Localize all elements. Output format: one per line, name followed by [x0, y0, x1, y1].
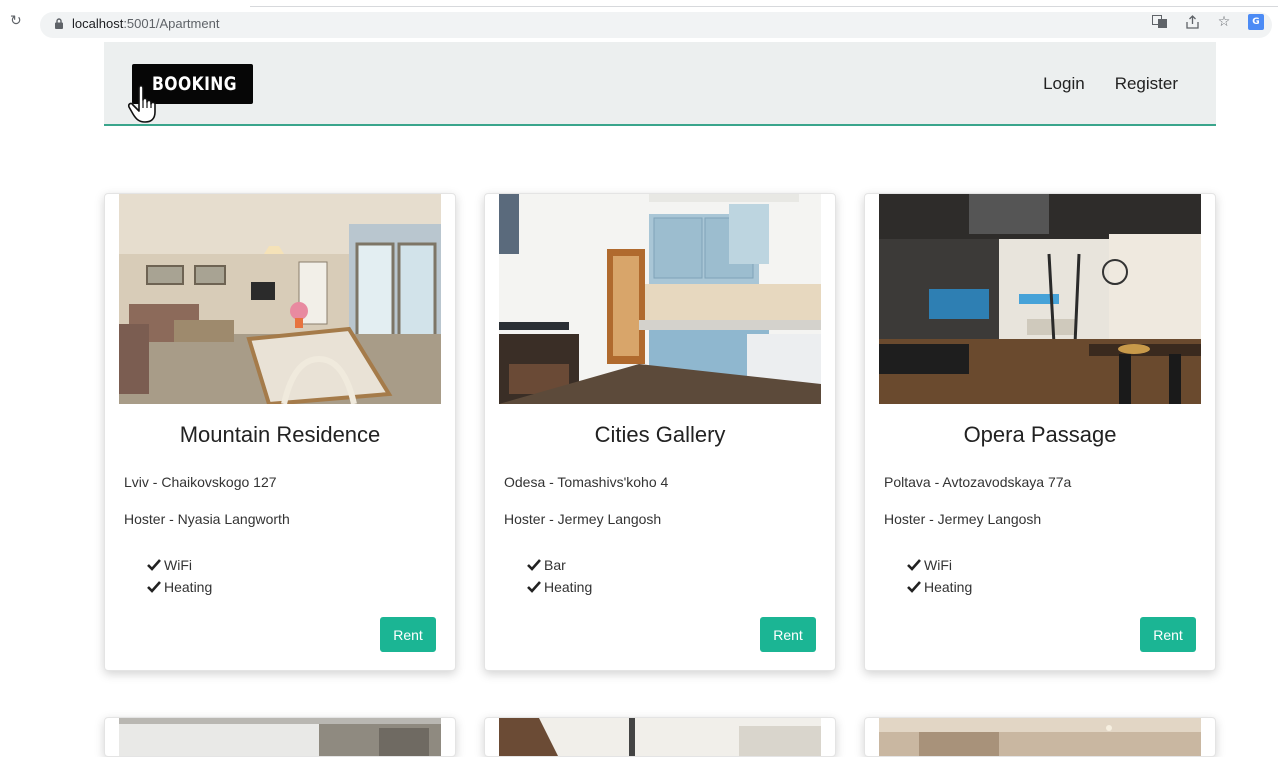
check-icon	[527, 559, 541, 571]
address-bar[interactable]	[40, 12, 1272, 38]
reload-icon[interactable]: ↻	[10, 14, 24, 28]
amenity-item: WiFi	[907, 554, 972, 576]
lock-icon[interactable]	[55, 18, 63, 29]
amenity-label: Heating	[924, 579, 973, 595]
extension-icon[interactable]: G	[1248, 14, 1264, 30]
site-navbar: BOOKING Login Register	[104, 42, 1216, 126]
apartment-name: Opera Passage	[963, 422, 1117, 447]
apartment-card-partial	[484, 717, 836, 757]
amenity-label: WiFi	[924, 557, 952, 573]
url-host: localhost	[72, 16, 124, 31]
apartment-photo	[119, 194, 441, 404]
check-icon	[147, 559, 161, 571]
apartment-photo	[879, 718, 1201, 756]
rent-button[interactable]: Rent	[380, 617, 436, 652]
url-path: :5001/Apartment	[123, 16, 220, 31]
amenity-item: Heating	[907, 576, 972, 598]
amenities-list: WiFi Heating	[147, 554, 212, 598]
check-icon	[527, 581, 541, 593]
amenity-item: WiFi	[147, 554, 212, 576]
check-icon	[147, 581, 161, 593]
check-icon	[907, 559, 921, 571]
amenities-list: WiFi Heating	[907, 554, 972, 598]
apartment-name: Mountain Residence	[179, 422, 381, 447]
translate-icon[interactable]	[1152, 14, 1168, 30]
apartment-card: Cities Gallery Odesa - Tomashivs'koho 4 …	[484, 193, 836, 671]
amenity-item: Bar	[527, 554, 592, 576]
apartment-card: Opera Passage Poltava - Avtozavodskaya 7…	[864, 193, 1216, 671]
apartment-photo	[879, 194, 1201, 404]
url-text[interactable]: localhost:5001/Apartment	[72, 16, 219, 31]
apartment-address: Lviv - Chaikovskogo 127	[124, 474, 277, 490]
rent-button[interactable]: Rent	[760, 617, 816, 652]
apartment-address: Poltava - Avtozavodskaya 77a	[884, 474, 1072, 490]
browser-toolbar: ↻ localhost:5001/Apartment ☆ G	[0, 0, 1278, 40]
share-icon[interactable]	[1184, 14, 1200, 30]
apartment-card-partial	[864, 717, 1216, 757]
amenity-label: Bar	[544, 557, 566, 573]
apartment-address: Odesa - Tomashivs'koho 4	[504, 474, 669, 490]
apartment-hoster: Hoster - Nyasia Langworth	[124, 511, 290, 527]
apartment-hoster: Hoster - Jermey Langosh	[884, 511, 1042, 527]
amenity-item: Heating	[147, 576, 212, 598]
amenity-label: Heating	[164, 579, 213, 595]
apartment-photo	[499, 718, 821, 756]
pointer-hand-icon	[128, 84, 156, 123]
apartment-card: Mountain Residence Lviv - Chaikovskogo 1…	[104, 193, 456, 671]
apartment-photo	[499, 194, 821, 404]
apartment-name: Cities Gallery	[594, 422, 726, 447]
amenities-list: Bar Heating	[527, 554, 592, 598]
apartment-card-partial	[104, 717, 456, 757]
amenity-label: Heating	[544, 579, 593, 595]
apartment-hoster: Hoster - Jermey Langosh	[504, 511, 662, 527]
star-icon[interactable]: ☆	[1216, 14, 1232, 30]
login-link[interactable]: Login	[1043, 74, 1085, 94]
rent-button[interactable]: Rent	[1140, 617, 1196, 652]
amenity-label: WiFi	[164, 557, 192, 573]
apartment-photo	[119, 718, 441, 756]
check-icon	[907, 581, 921, 593]
register-link[interactable]: Register	[1115, 74, 1178, 94]
tab-strip-edge	[250, 6, 1278, 7]
amenity-item: Heating	[527, 576, 592, 598]
